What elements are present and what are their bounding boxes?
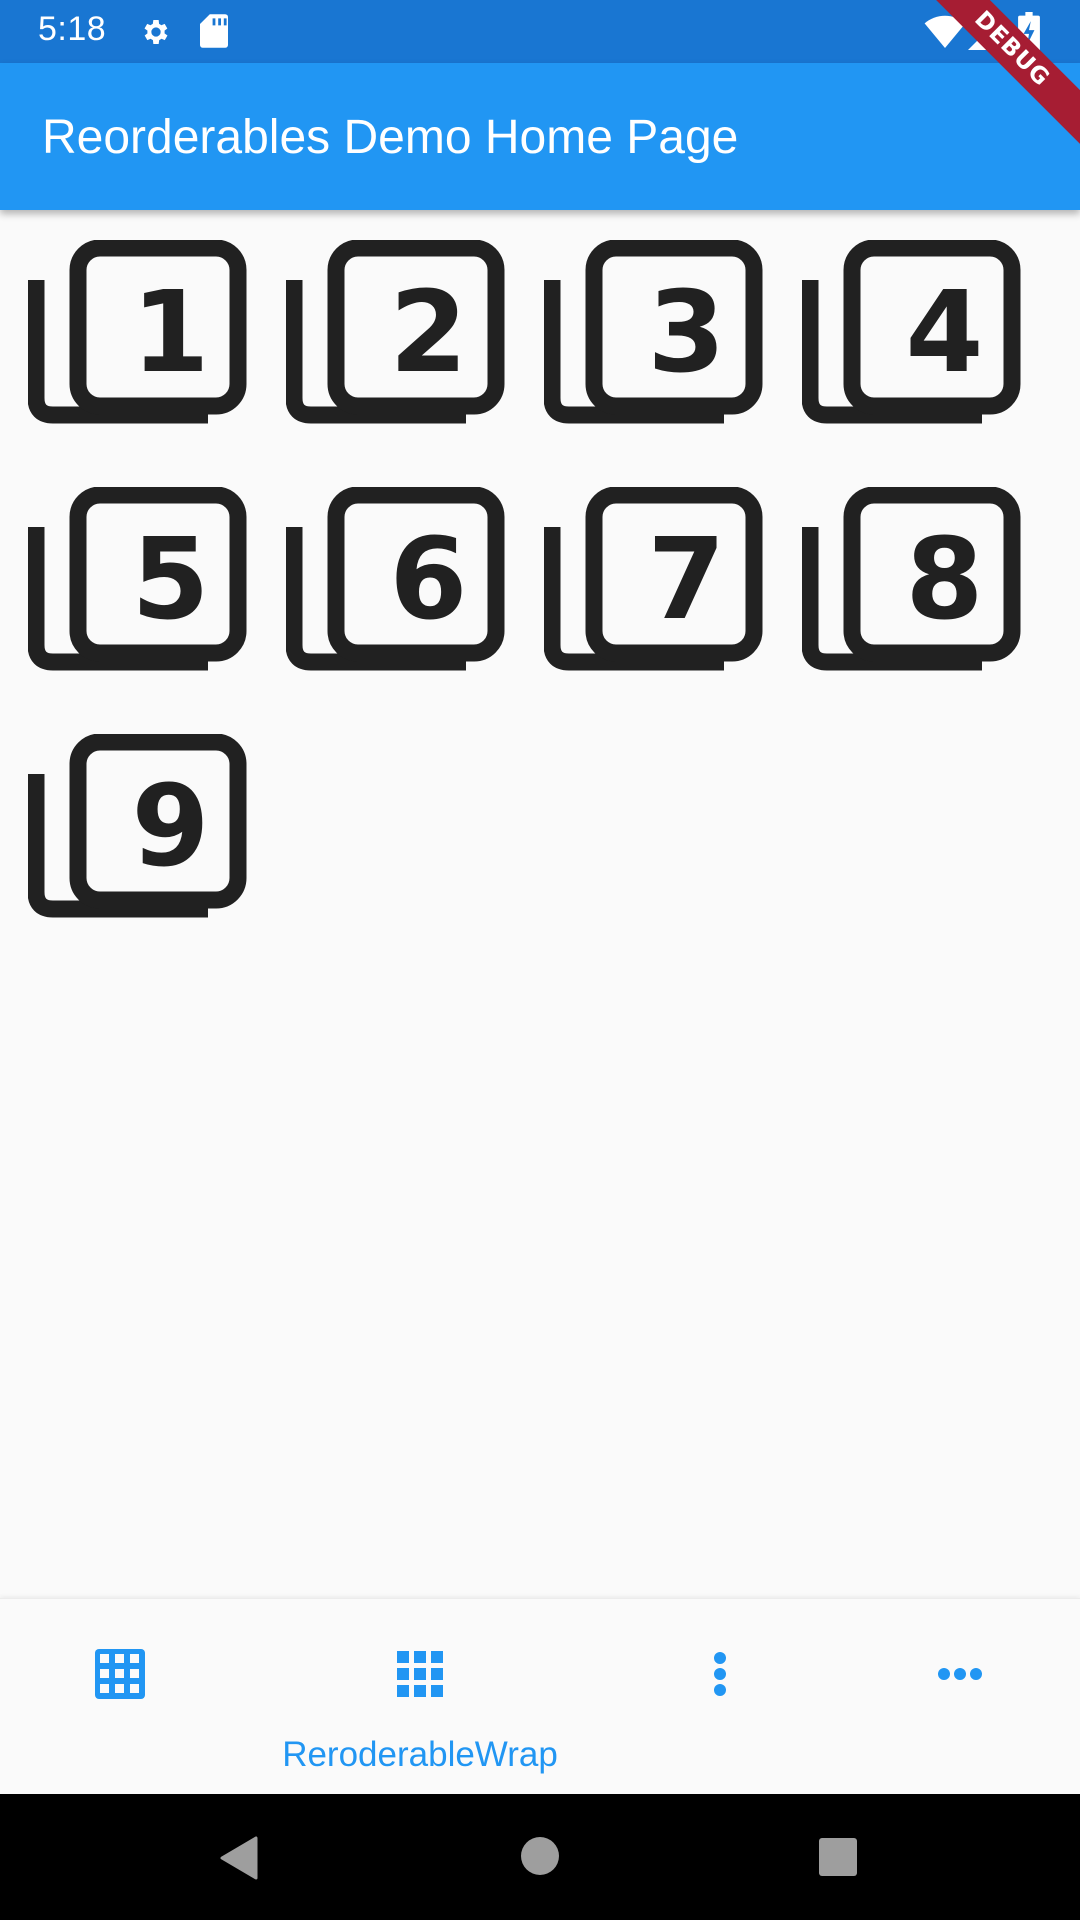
tile-number: 9	[131, 761, 210, 892]
system-navigation-bar	[0, 1794, 1080, 1920]
tile-6[interactable]: 6	[286, 487, 506, 717]
more-horiz-icon	[937, 1666, 983, 1687]
tile-number: 5	[131, 514, 210, 645]
tile-9[interactable]: 9	[28, 734, 248, 964]
back-icon[interactable]	[218, 1836, 258, 1885]
table-grid-icon	[93, 1647, 147, 1706]
gear-icon	[140, 16, 172, 53]
page-title: Reorderables Demo Home Page	[42, 111, 739, 164]
tile-number: 2	[389, 267, 468, 398]
tile-number: 4	[905, 267, 984, 398]
tile-number: 1	[131, 267, 210, 398]
status-time: 5:18	[38, 10, 107, 48]
nav-item-more-horiz[interactable]	[840, 1599, 1080, 1795]
tile-1[interactable]: 1	[28, 240, 248, 470]
tile-number: 6	[389, 514, 468, 645]
tile-number: 3	[647, 267, 726, 398]
recents-icon[interactable]	[818, 1837, 858, 1882]
nav-item-table[interactable]	[0, 1599, 240, 1795]
tile-number: 7	[647, 514, 726, 645]
tile-5[interactable]: 5	[28, 487, 248, 717]
tile-4[interactable]: 4	[802, 240, 1022, 470]
app-bar: Reorderables Demo Home Page	[0, 63, 1080, 210]
reorderable-wrap: 1 2 3 4 5 6 7 8 9	[0, 210, 1080, 1600]
tile-number: 8	[905, 514, 984, 645]
tile-3[interactable]: 3	[544, 240, 764, 470]
apps-grid-icon	[397, 1651, 443, 1702]
sd-card-icon	[200, 14, 228, 53]
tile-8[interactable]: 8	[802, 487, 1022, 717]
nav-item-label: ReroderableWrap	[282, 1735, 558, 1774]
home-icon[interactable]	[520, 1836, 560, 1881]
tile-2[interactable]: 2	[286, 240, 506, 470]
tile-7[interactable]: 7	[544, 487, 764, 717]
nav-item-more-vert[interactable]	[600, 1599, 840, 1795]
status-bar: 5:18	[0, 0, 1080, 63]
bottom-navigation: ReroderableWrap	[0, 1598, 1080, 1795]
more-vert-icon	[712, 1651, 728, 1702]
nav-item-reorderable-wrap[interactable]: ReroderableWrap	[240, 1599, 600, 1795]
